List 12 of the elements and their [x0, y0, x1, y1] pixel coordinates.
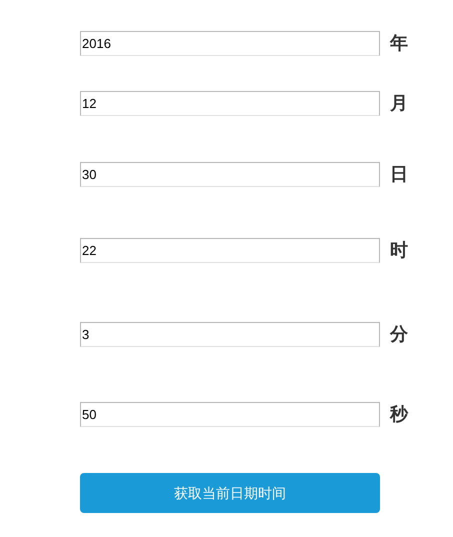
unit-label: 日: [390, 163, 408, 186]
input-field[interactable]: 50: [80, 402, 380, 427]
unit-label: 秒: [390, 403, 408, 426]
unit-label: 月: [390, 92, 408, 115]
input-field[interactable]: 12: [80, 91, 380, 116]
unit-label: 年: [390, 32, 408, 55]
input-field[interactable]: 30: [80, 162, 380, 187]
unit-label: 时: [390, 239, 408, 262]
input-field[interactable]: 2016: [80, 31, 380, 56]
unit-label: 分: [390, 323, 408, 346]
input-field[interactable]: 22: [80, 238, 380, 263]
input-field[interactable]: 3: [80, 322, 380, 347]
